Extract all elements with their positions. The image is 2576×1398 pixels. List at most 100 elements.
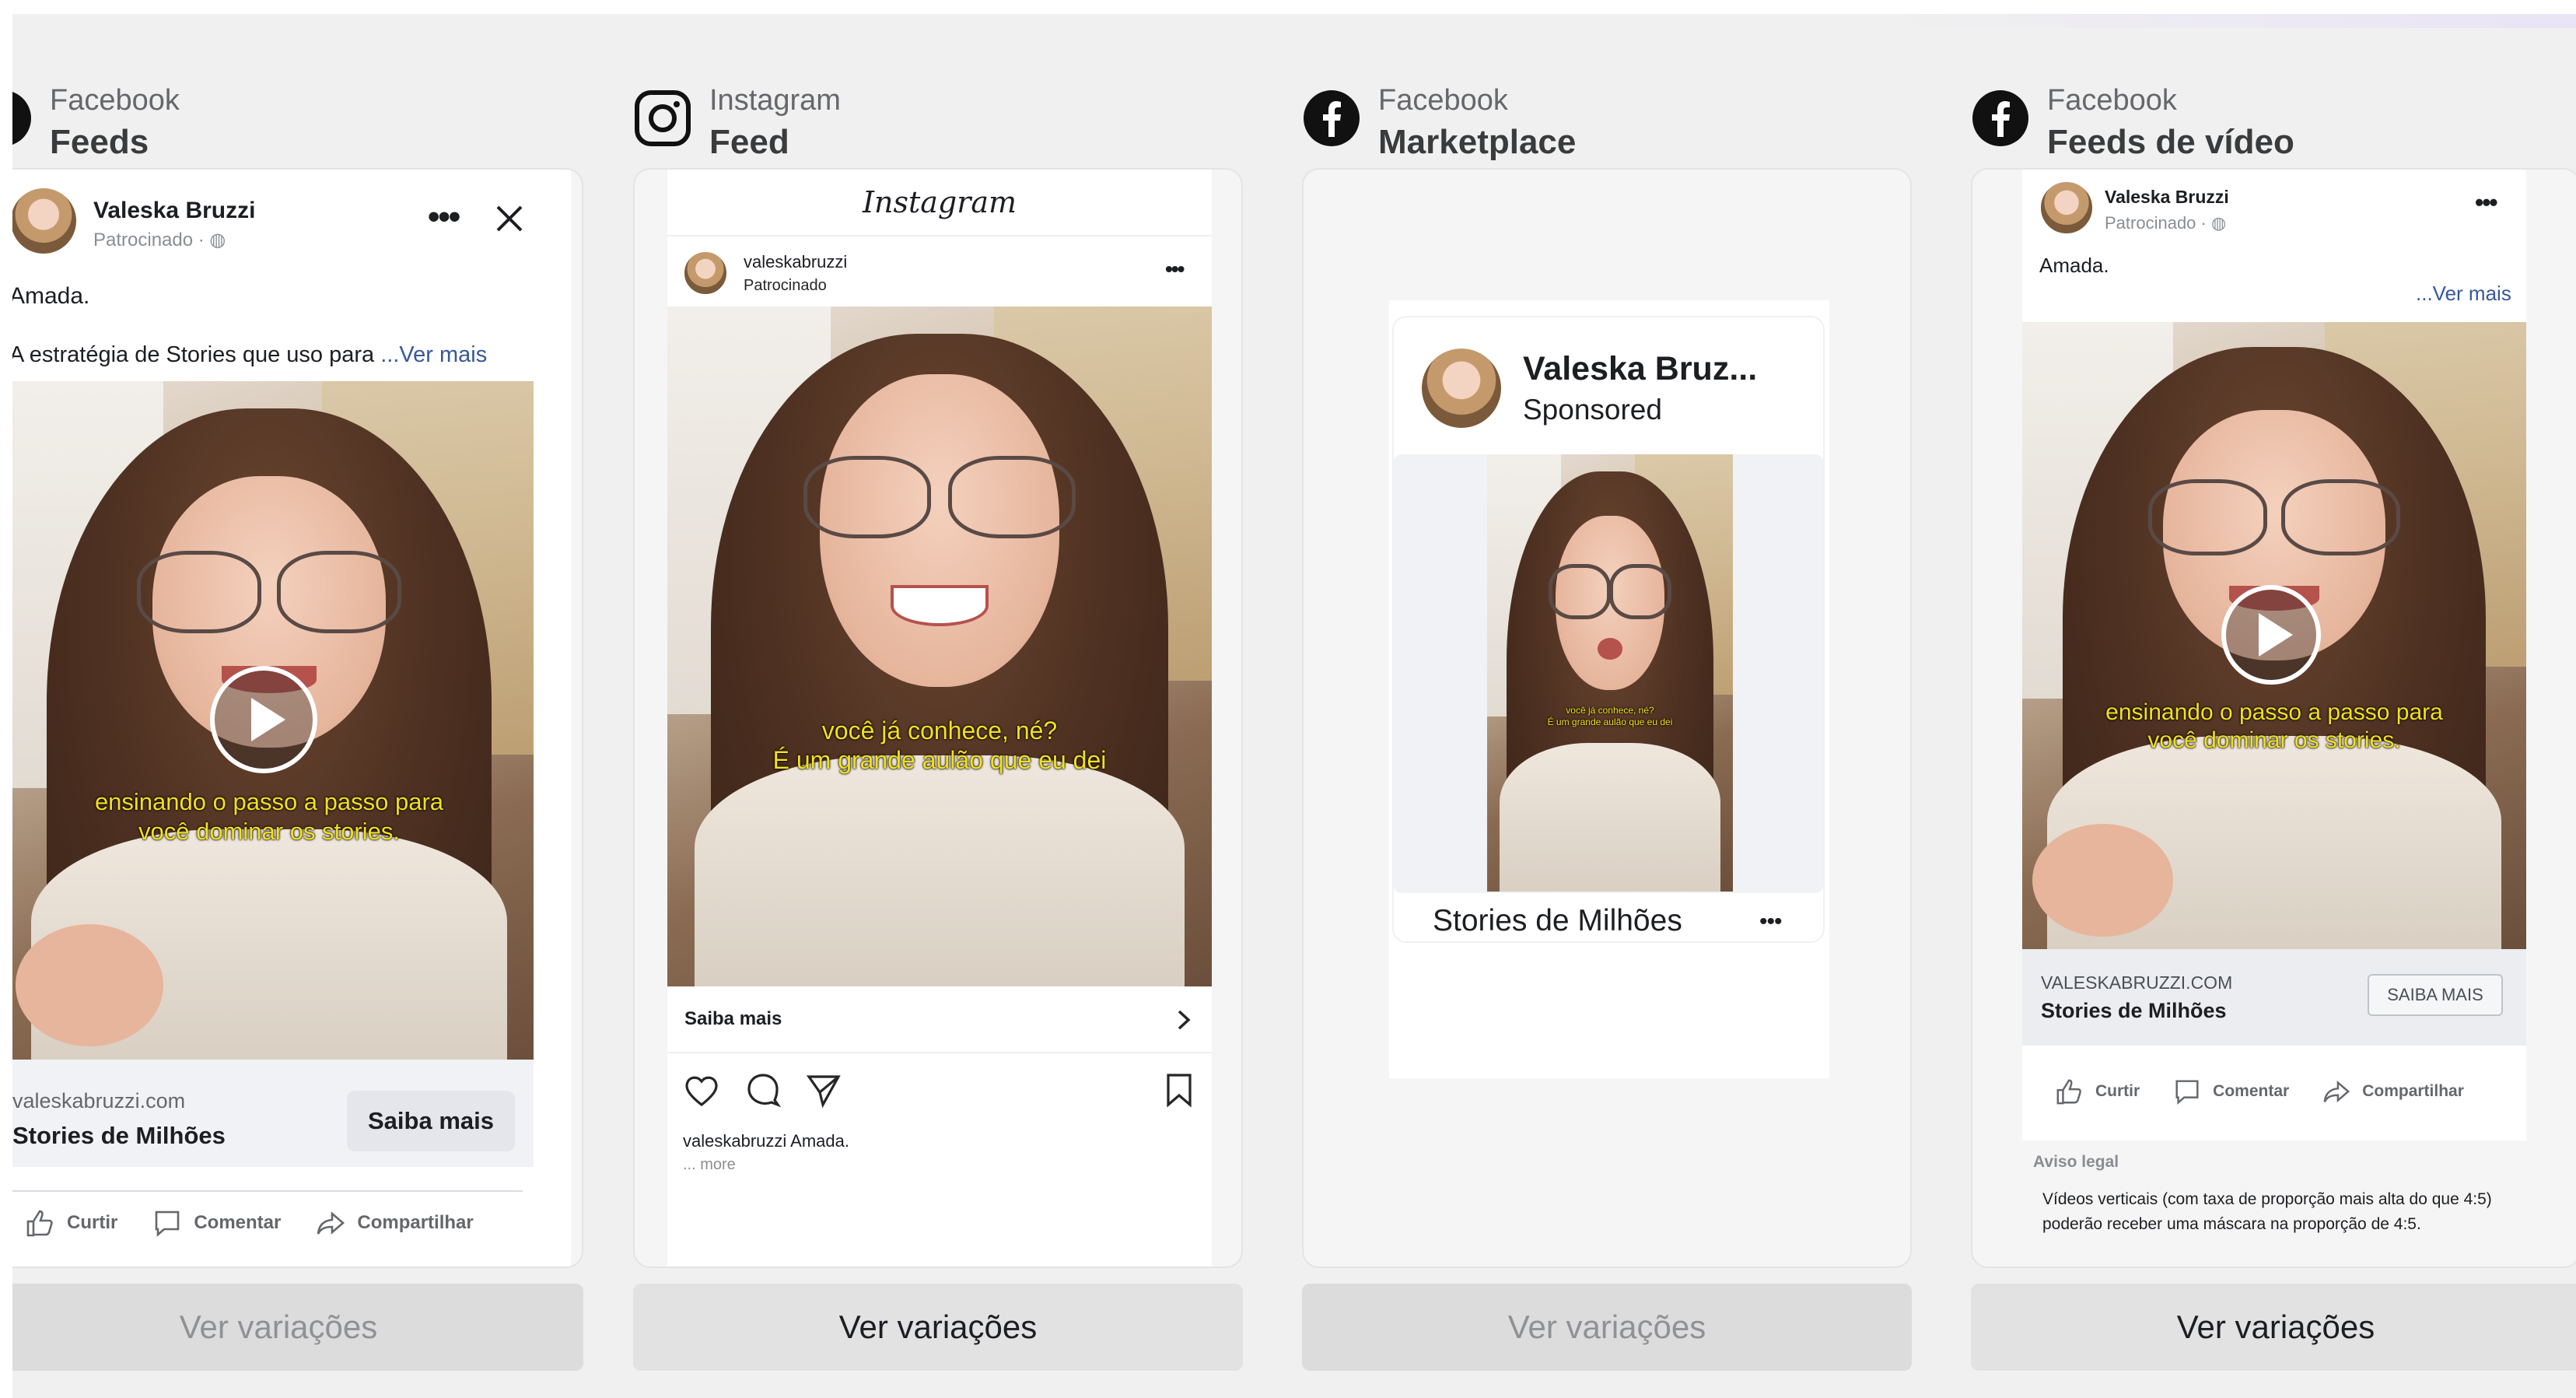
send-icon[interactable] bbox=[806, 1072, 842, 1108]
column-facebook-feeds: Facebook Feeds Valeska Bruzzi Patrocinad… bbox=[12, 14, 583, 1398]
more-options-icon[interactable]: ••• bbox=[1759, 909, 1782, 935]
placement-header: Facebook Feeds de vídeo bbox=[1971, 45, 2576, 162]
caption-line1: ensinando o passo a passo para bbox=[94, 788, 444, 815]
more-options-icon[interactable]: ••• bbox=[428, 198, 460, 237]
link-footer[interactable]: valeskabruzzi.com Stories de Milhões Sai… bbox=[12, 1060, 534, 1167]
saiba-mais-button[interactable]: Saiba mais bbox=[347, 1091, 515, 1151]
more-options-icon[interactable]: ••• bbox=[1165, 257, 1185, 282]
marketplace-listing[interactable]: Valeska Bruz... Sponsored você já conhec… bbox=[1392, 316, 1825, 943]
heart-icon[interactable] bbox=[683, 1074, 720, 1108]
link-footer[interactable]: VALESKABRUZZI.COM Stories de Milhões SAI… bbox=[2022, 949, 2526, 1046]
share-icon bbox=[317, 1211, 345, 1235]
legal-text: Vídeos verticais (com taxa de proporção … bbox=[2042, 1190, 2492, 1233]
listing-title: Stories de Milhões bbox=[1433, 904, 1682, 937]
comment-label: Comentar bbox=[2213, 1082, 2290, 1100]
sponsored-text: Patrocinado · bbox=[93, 229, 210, 251]
comment-button[interactable]: Comentar bbox=[2172, 1077, 2289, 1106]
video-caption: ensinando o passo a passo para você domin… bbox=[12, 787, 534, 846]
ad-preview-card: Valeska Bruzzi Patrocinado · ◍ ••• Amada… bbox=[1971, 168, 2576, 1268]
video-caption: ensinando o passo a passo para você domin… bbox=[2022, 699, 2526, 755]
placement-name: Marketplace bbox=[1378, 123, 1577, 161]
comment-icon bbox=[156, 1211, 180, 1237]
link-headline: Stories de Milhões bbox=[2041, 999, 2227, 1022]
ad-video[interactable]: ensinando o passo a passo para você domin… bbox=[12, 381, 534, 1060]
close-icon[interactable] bbox=[495, 204, 524, 233]
facebook-icon bbox=[12, 92, 31, 145]
caption-row: valeskabruzzi Amada. bbox=[683, 1131, 849, 1151]
marketplace-frame: Valeska Bruz... Sponsored você já conhec… bbox=[1389, 300, 1829, 1078]
saiba-mais-button[interactable]: SAIBA MAIS bbox=[2368, 974, 2503, 1016]
like-button[interactable]: Curtir bbox=[2055, 1077, 2140, 1106]
caption-line2: você dominar os stories. bbox=[138, 818, 400, 845]
caption-text: Amada. bbox=[786, 1131, 849, 1151]
instagram-logo: Instagram bbox=[667, 170, 1212, 237]
facebook-icon bbox=[1304, 90, 1360, 146]
advertiser-name[interactable]: Valeska Bruzzi bbox=[93, 198, 255, 224]
play-icon bbox=[251, 698, 285, 741]
ad-video[interactable]: você já conhece, né? É um grande aulão qu… bbox=[667, 307, 1212, 986]
play-icon bbox=[2259, 613, 2293, 657]
advertiser-name[interactable]: Valeska Bruzzi bbox=[2105, 187, 2229, 208]
platform-name: Facebook bbox=[50, 84, 180, 117]
ver-variacoes-button[interactable]: Ver variações bbox=[633, 1284, 1243, 1371]
sponsored-label: Patrocinado · ◍ bbox=[93, 229, 226, 251]
video-caption: você já conhece, né? É um grande aulão qu… bbox=[1487, 705, 1733, 728]
ver-variacoes-button[interactable]: Ver variações bbox=[1971, 1284, 2576, 1371]
caption-line1: você já conhece, né? bbox=[821, 717, 1058, 745]
legal-title: Aviso legal bbox=[2033, 1153, 2119, 1171]
instagram-post: Instagram valeskabruzzi Patrocinado ••• … bbox=[667, 170, 1212, 1267]
divider bbox=[12, 1190, 523, 1192]
ad-preview-card: Instagram valeskabruzzi Patrocinado ••• … bbox=[633, 168, 1243, 1268]
placement-header: Facebook Marketplace bbox=[1302, 45, 1912, 162]
more-link[interactable]: ... more bbox=[683, 1156, 736, 1174]
link-headline: Stories de Milhões bbox=[12, 1122, 226, 1149]
ad-preview-card: Valeska Bruzzi Patrocinado · ◍ ••• Amada… bbox=[12, 168, 583, 1268]
action-bar: Curtir Comentar Compartilhar bbox=[2055, 1077, 2498, 1106]
avatar bbox=[1420, 347, 1503, 429]
like-label: Curtir bbox=[67, 1212, 118, 1233]
share-button[interactable]: Compartilhar bbox=[2322, 1077, 2464, 1106]
ad-video[interactable]: ensinando o passo a passo para você domin… bbox=[2022, 322, 2526, 949]
caption-line2: você dominar os stories. bbox=[2147, 727, 2401, 753]
comment-icon[interactable] bbox=[745, 1072, 781, 1108]
column-instagram-feed: Instagram Feed Instagram valeskabruzzi P… bbox=[633, 14, 1243, 1398]
comment-button[interactable]: Comentar bbox=[152, 1207, 281, 1239]
ver-variacoes-button[interactable]: Ver variações bbox=[1302, 1284, 1912, 1371]
platform-name: Instagram bbox=[709, 84, 841, 117]
like-button[interactable]: Curtir bbox=[25, 1207, 117, 1239]
share-button[interactable]: Compartilhar bbox=[315, 1207, 474, 1239]
placement-name: Feeds de vídeo bbox=[2047, 123, 2294, 161]
comment-icon bbox=[2175, 1080, 2199, 1105]
ad-preview-card: Valeska Bruz... Sponsored você já conhec… bbox=[1302, 168, 1912, 1268]
like-label: Curtir bbox=[2095, 1082, 2140, 1100]
caption-line2: É um grande aulão que eu dei bbox=[772, 746, 1107, 774]
globe-icon: ◍ bbox=[209, 229, 226, 251]
video-caption: você já conhece, né? É um grande aulão qu… bbox=[667, 716, 1212, 775]
post-text: A estratégia de Stories que uso para bbox=[12, 342, 375, 367]
ad-video[interactable]: você já conhece, né? É um grande aulão qu… bbox=[1487, 454, 1733, 892]
column-facebook-marketplace: Facebook Marketplace Valeska Bruz... Spo… bbox=[1302, 14, 1912, 1398]
platform-name: Facebook bbox=[2047, 84, 2177, 117]
placement-name: Feeds bbox=[50, 123, 149, 161]
avatar bbox=[2039, 180, 2094, 235]
caption-username[interactable]: valeskabruzzi bbox=[683, 1131, 786, 1151]
share-label: Compartilhar bbox=[2362, 1082, 2464, 1100]
see-more-link[interactable]: ...Ver mais bbox=[380, 342, 487, 367]
avatar bbox=[683, 251, 728, 296]
play-button[interactable] bbox=[210, 666, 317, 773]
play-button[interactable] bbox=[2221, 585, 2321, 685]
ver-variacoes-button[interactable]: Ver variações bbox=[12, 1284, 583, 1371]
more-options-icon[interactable]: ••• bbox=[2475, 188, 2498, 217]
caption-line1: ensinando o passo a passo para bbox=[2105, 699, 2443, 725]
bookmark-icon[interactable] bbox=[1165, 1072, 1193, 1108]
platform-name: Facebook bbox=[1378, 84, 1508, 117]
sponsored-label: Patrocinado bbox=[744, 277, 827, 294]
username[interactable]: valeskabruzzi bbox=[744, 252, 847, 272]
action-bar: Curtir Comentar Compartilhar bbox=[25, 1207, 508, 1239]
placement-header: Facebook Feeds bbox=[12, 45, 583, 162]
facebook-icon bbox=[1972, 90, 2028, 146]
video-feed-post: Valeska Bruzzi Patrocinado · ◍ ••• Amada… bbox=[1972, 170, 2576, 1267]
cta-bar[interactable]: Saiba mais bbox=[667, 986, 1212, 1053]
comment-label: Comentar bbox=[194, 1212, 282, 1233]
see-more-link[interactable]: ...Ver mais bbox=[2416, 282, 2511, 306]
